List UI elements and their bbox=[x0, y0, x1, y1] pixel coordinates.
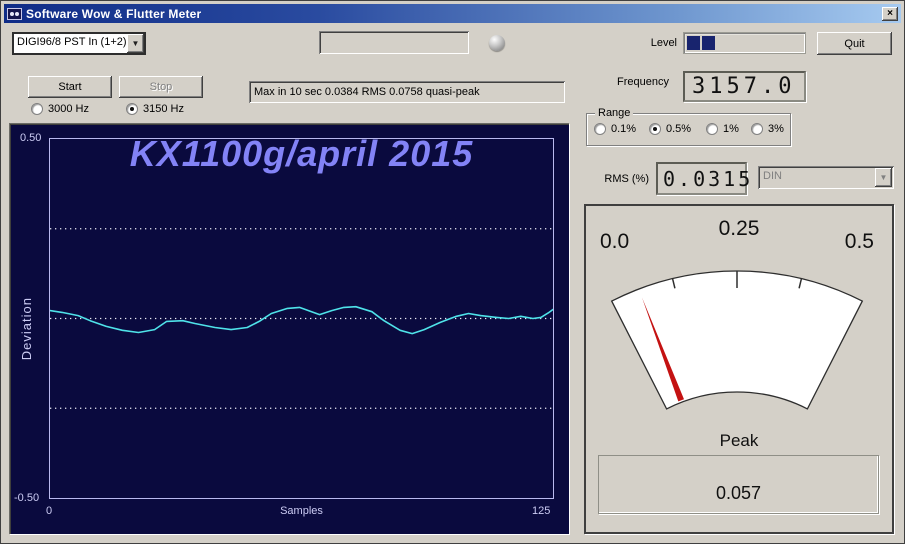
weighting-combobox[interactable]: DIN ▼ bbox=[758, 166, 894, 189]
title-bar[interactable]: Software Wow & Flutter Meter × bbox=[4, 4, 901, 23]
radio-range-0.5[interactable]: 0.5% bbox=[649, 123, 691, 135]
radio-range-3[interactable]: 3% bbox=[751, 123, 784, 135]
radio-icon[interactable] bbox=[649, 123, 661, 135]
radio-3150hz-label: 3150 Hz bbox=[143, 103, 184, 115]
chevron-down-icon[interactable]: ▼ bbox=[127, 34, 144, 53]
rms-label: RMS (%) bbox=[604, 173, 649, 185]
radio-range-1-label: 1% bbox=[723, 123, 739, 135]
radio-range-0.1-label: 0.1% bbox=[611, 123, 637, 135]
y-axis-title: Deviation bbox=[19, 296, 34, 361]
radio-icon[interactable] bbox=[751, 123, 763, 135]
level-meter bbox=[683, 32, 806, 54]
level-segment bbox=[687, 36, 700, 50]
close-button[interactable]: × bbox=[882, 6, 898, 21]
radio-range-0.1[interactable]: 0.1% bbox=[594, 123, 636, 135]
status-box: Max in 10 sec 0.0384 RMS 0.0758 quasi-pe… bbox=[249, 81, 565, 103]
radio-3000hz[interactable]: 3000 Hz bbox=[31, 103, 89, 115]
x-tick-125: 125 bbox=[532, 505, 551, 517]
peak-label: Peak bbox=[719, 431, 759, 450]
radio-icon[interactable] bbox=[594, 123, 606, 135]
radio-range-0.5-label: 0.5% bbox=[666, 123, 692, 135]
range-group-label: Range bbox=[595, 107, 634, 119]
app-window: Software Wow & Flutter Meter × DIGI96/8 … bbox=[0, 0, 905, 544]
plot-area bbox=[49, 138, 554, 499]
radio-icon[interactable] bbox=[31, 103, 43, 115]
level-label: Level bbox=[650, 37, 677, 49]
weighting-value: DIN bbox=[763, 170, 782, 182]
y-tick-max: 0.50 bbox=[20, 132, 42, 144]
level-segment bbox=[702, 36, 715, 50]
rms-display: 0.0315 bbox=[656, 162, 750, 195]
app-icon bbox=[7, 7, 22, 20]
input-device-combobox[interactable]: DIGI96/8 PST In (1+2)( ▼ bbox=[12, 32, 146, 55]
radio-icon[interactable] bbox=[126, 103, 138, 115]
radio-3150hz[interactable]: 3150 Hz bbox=[126, 103, 184, 115]
peak-value: 0.057 bbox=[715, 483, 762, 503]
status-led-icon bbox=[489, 35, 505, 51]
radio-3000hz-label: 3000 Hz bbox=[48, 103, 89, 115]
x-axis-title: Samples bbox=[280, 505, 323, 517]
chevron-down-icon[interactable]: ▼ bbox=[875, 168, 892, 187]
status-text: Max in 10 sec 0.0384 RMS 0.0758 quasi-pe… bbox=[254, 86, 480, 98]
comment-field[interactable] bbox=[319, 31, 469, 54]
peak-value-box: 0.057 bbox=[598, 455, 879, 514]
comment-field-value bbox=[319, 31, 327, 51]
quit-button[interactable]: Quit bbox=[817, 32, 892, 55]
input-device-value: DIGI96/8 PST In (1+2)( bbox=[17, 36, 127, 48]
radio-range-3-label: 3% bbox=[768, 123, 784, 135]
waveform-plot bbox=[50, 228, 553, 409]
frequency-display: 3157.0 bbox=[683, 71, 806, 102]
stop-button[interactable]: Stop bbox=[119, 76, 203, 98]
frequency-label: Frequency bbox=[617, 76, 669, 88]
radio-range-1[interactable]: 1% bbox=[706, 123, 739, 135]
radio-icon[interactable] bbox=[706, 123, 718, 135]
start-button[interactable]: Start bbox=[28, 76, 112, 98]
deviation-chart: Deviation 0.50 -0.50 KX1100g/april 2015 … bbox=[9, 123, 569, 534]
y-tick-min: -0.50 bbox=[14, 492, 40, 504]
peak-gauge-panel: 0.0 0.25 0.5 Peak 0.057 bbox=[584, 204, 894, 534]
window-title: Software Wow & Flutter Meter bbox=[26, 6, 202, 21]
